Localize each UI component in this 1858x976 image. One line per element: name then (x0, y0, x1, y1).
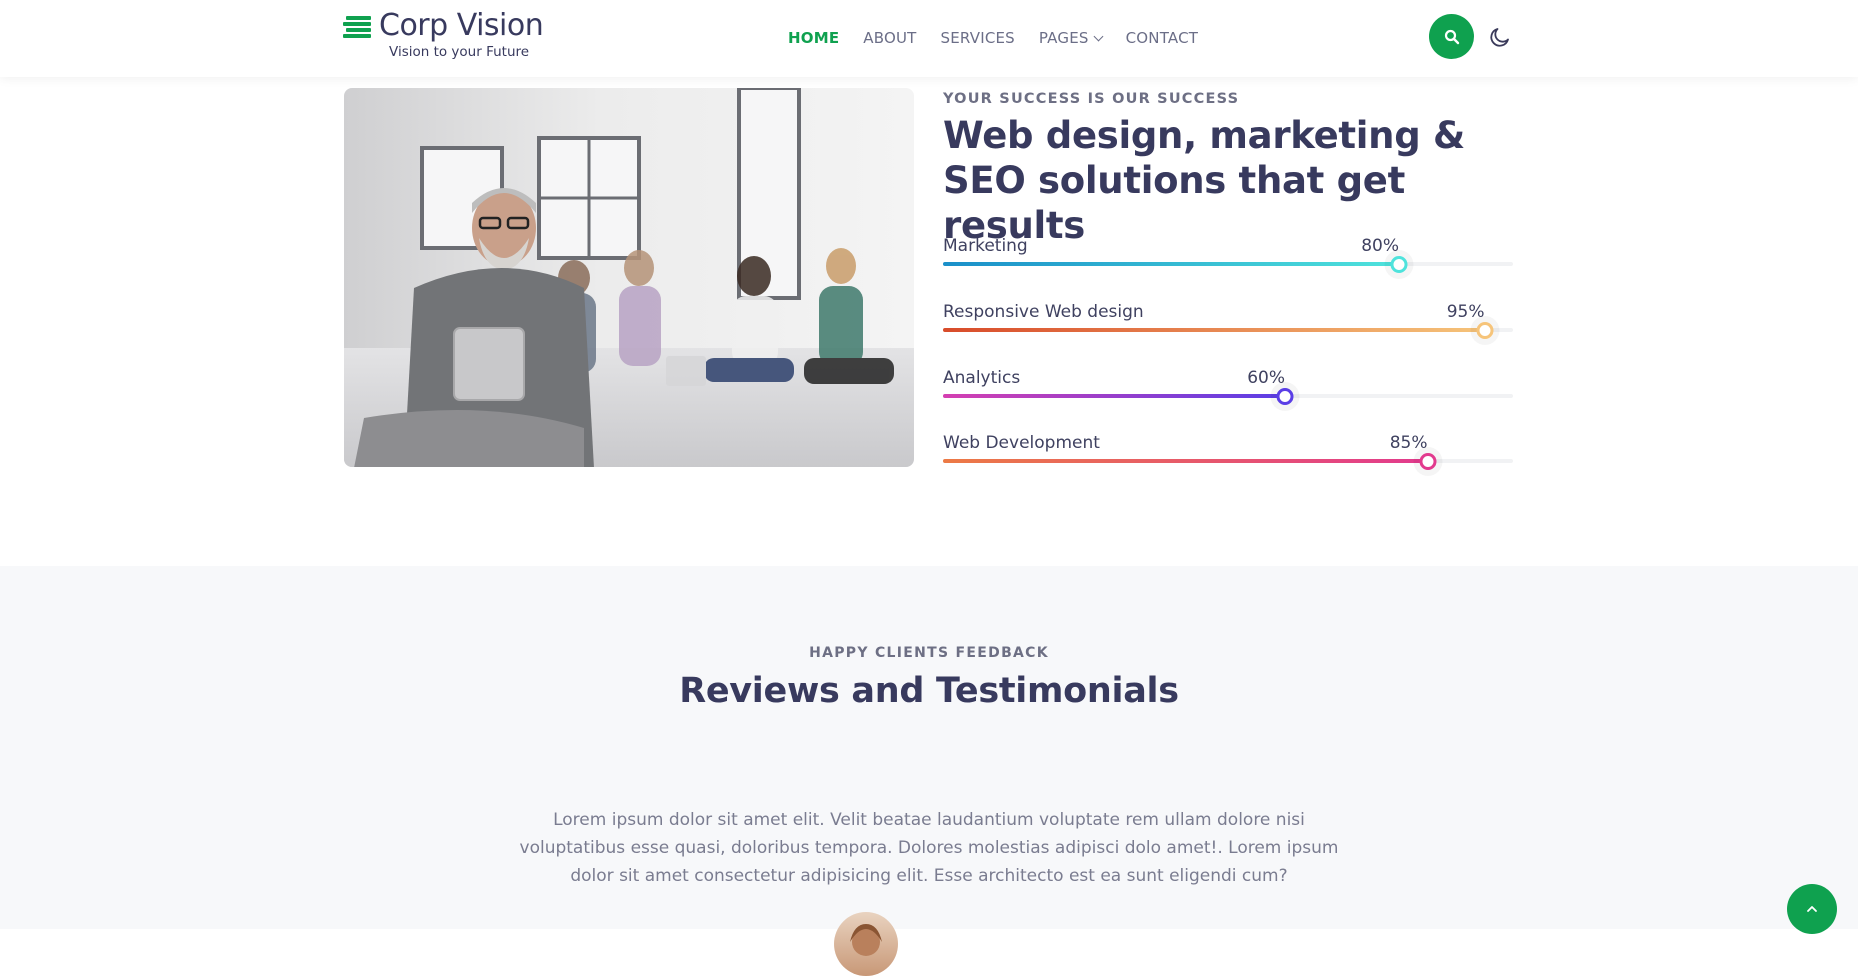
nav-about[interactable]: ABOUT (863, 29, 916, 47)
skill-fill (943, 394, 1285, 398)
nav-services[interactable]: SERVICES (941, 29, 1015, 47)
search-icon (1444, 29, 1459, 44)
skill-name: Web Development (943, 433, 1100, 453)
skill-name: Analytics (943, 368, 1021, 388)
skill-fill (943, 459, 1428, 463)
nav-contact[interactable]: CONTACT (1126, 29, 1199, 47)
nav-pages[interactable]: PAGES (1039, 29, 1104, 47)
skill-bar-responsive-web-design: Responsive Web design 95% (943, 302, 1513, 342)
skill-knob (1419, 453, 1436, 470)
site-header: Corp Vision Vision to your Future HOME A… (0, 0, 1858, 77)
skill-knob (1276, 388, 1294, 405)
skill-name: Responsive Web design (943, 302, 1144, 322)
theme-toggle-button[interactable] (1488, 25, 1512, 49)
skill-percent: 80% (1361, 236, 1399, 256)
testimonials-section: HAPPY CLIENTS FEEDBACK Reviews and Testi… (0, 566, 1858, 976)
search-button[interactable] (1429, 14, 1474, 59)
moon-icon (1490, 28, 1509, 47)
skill-bar-web-development: Web Development 85% (943, 433, 1513, 473)
skill-fill (943, 328, 1485, 332)
chevron-down-icon (1093, 31, 1104, 41)
testimonials-eyebrow: HAPPY CLIENTS FEEDBACK (809, 645, 1049, 661)
skill-fill (943, 262, 1399, 266)
back-to-top-button[interactable] (1787, 884, 1837, 934)
skill-percent: 95% (1446, 302, 1485, 322)
testimonials-title: Reviews and Testimonials (679, 671, 1179, 711)
avatar (834, 912, 898, 976)
logo-stack-icon (343, 16, 374, 44)
team-photo (344, 88, 914, 467)
testimonial-quote: Lorem ipsum dolor sit amet elit. Velit b… (519, 810, 1339, 886)
team-photo-image (344, 88, 914, 467)
skill-name: Marketing (943, 236, 1028, 256)
skill-knob (1390, 256, 1408, 273)
chevron-up-icon (1807, 906, 1817, 912)
hero-title: Web design, marketing & SEO solutions th… (943, 114, 1465, 247)
skill-knob (1476, 322, 1493, 339)
skill-percent: 85% (1389, 433, 1428, 453)
skill-bar-marketing: Marketing 80% (943, 236, 1513, 276)
skill-bar-analytics: Analytics 60% (943, 368, 1513, 408)
nav-home[interactable]: HOME (788, 29, 839, 47)
skill-percent: 60% (1247, 368, 1285, 388)
hero-eyebrow: YOUR SUCCESS IS OUR SUCCESS (943, 91, 1240, 107)
brand-name: Corp Vision (379, 8, 544, 43)
avatar-image (850, 924, 882, 956)
main-nav: HOME ABOUT SERVICES PAGES CONTACT (788, 29, 1222, 47)
brand-tagline: Vision to your Future (389, 44, 530, 60)
